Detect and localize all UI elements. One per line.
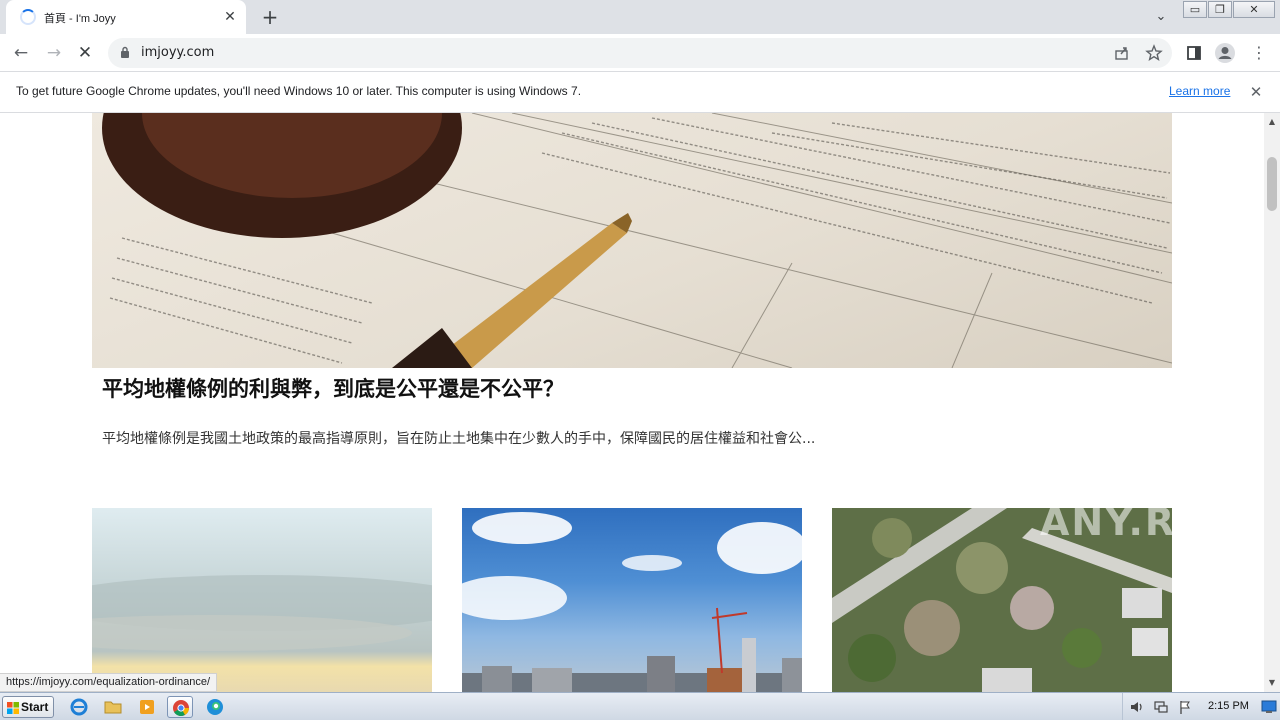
windows-flag-icon <box>7 702 19 714</box>
update-infobar: To get future Google Chrome updates, you… <box>0 72 1280 113</box>
back-button[interactable]: ← <box>8 40 34 66</box>
taskbar-media-player-button[interactable] <box>134 696 160 718</box>
url-text[interactable]: imjoyy.com <box>141 45 214 60</box>
address-bar[interactable]: imjoyy.com <box>108 38 1172 68</box>
show-desktop-icon[interactable] <box>1261 700 1277 714</box>
windows-taskbar: Start 2:15 PM <box>0 692 1280 720</box>
profile-avatar-icon[interactable] <box>1214 42 1236 64</box>
status-bar-link-preview: https://imjoyy.com/equalization-ordinanc… <box>0 673 218 692</box>
article-excerpt: 平均地權條例是我國土地政策的最高指導原則，旨在防止土地集中在少數人的手中，保障國… <box>102 431 816 447</box>
taskbar-clock[interactable]: 2:15 PM <box>1208 700 1249 712</box>
taskbar-ie-button[interactable] <box>66 696 92 718</box>
new-tab-button[interactable]: + <box>258 5 282 29</box>
chrome-icon <box>173 700 189 716</box>
sky-horizon-image <box>92 575 432 651</box>
tab-close-icon[interactable]: ✕ <box>220 7 240 27</box>
infobar-close-icon[interactable]: ✕ <box>1246 82 1266 102</box>
card-image-sky[interactable] <box>92 508 432 692</box>
window-close-button[interactable]: ✕ <box>1233 1 1275 18</box>
screen: 首頁 - I'm Joyy ✕ + ⌄ ▭ ❐ ✕ ← → ✕ imjoyy.c… <box>0 0 1280 720</box>
taskbar-edge-button[interactable] <box>202 696 228 718</box>
side-panel-icon[interactable] <box>1183 42 1205 64</box>
scrollbar-thumb[interactable] <box>1267 157 1277 211</box>
tab-search-chevron-down-icon[interactable]: ⌄ <box>1150 6 1172 28</box>
browser-toolbar: ← → ✕ imjoyy.com ⋮ <box>0 34 1280 72</box>
article-title-link[interactable]: 平均地權條例的利與弊，到底是公平還是不公平？ <box>102 373 564 403</box>
learn-more-link[interactable]: Learn more <box>1169 84 1230 98</box>
media-player-icon <box>140 700 154 714</box>
system-tray <box>1122 693 1280 720</box>
loading-spinner-icon <box>20 9 36 25</box>
share-icon[interactable] <box>1112 43 1132 63</box>
window-minimize-button[interactable]: ▭ <box>1183 1 1207 18</box>
scroll-up-icon[interactable]: ▲ <box>1264 115 1280 129</box>
start-label: Start <box>21 700 49 714</box>
anyrun-watermark: ANY.RUN <box>1040 500 1243 544</box>
city-construction-image <box>462 512 802 692</box>
forward-button[interactable]: → <box>41 40 67 66</box>
page-content: 平均地權條例的利與弊，到底是公平還是不公平？ 平均地權條例是我國土地政策的最高指… <box>0 113 1264 692</box>
taskbar-chrome-button[interactable] <box>167 696 193 718</box>
infobar-message: To get future Google Chrome updates, you… <box>16 84 582 98</box>
chrome-menu-icon[interactable]: ⋮ <box>1248 42 1270 64</box>
tab-active[interactable]: 首頁 - I'm Joyy ✕ <box>6 0 246 34</box>
folder-icon <box>104 701 122 714</box>
window-restore-button[interactable]: ❐ <box>1208 1 1232 18</box>
stop-loading-button[interactable]: ✕ <box>72 40 98 66</box>
vertical-scrollbar[interactable]: ▲ ▼ <box>1264 113 1280 692</box>
tab-strip: 首頁 - I'm Joyy ✕ + ⌄ ▭ ❐ ✕ <box>0 0 1280 34</box>
action-center-flag-icon[interactable] <box>1177 699 1193 715</box>
edge-icon <box>207 699 223 715</box>
tab-title: 首頁 - I'm Joyy <box>44 13 116 25</box>
volume-icon[interactable] <box>1129 699 1145 715</box>
article-hero-image[interactable] <box>92 113 1172 368</box>
lock-icon[interactable] <box>120 46 130 58</box>
scroll-down-icon[interactable]: ▼ <box>1264 676 1280 690</box>
gavel-and-pen-illustration <box>102 113 1172 368</box>
internet-explorer-icon <box>70 698 88 716</box>
bookmark-star-icon[interactable] <box>1144 43 1164 63</box>
card-image-city[interactable] <box>462 508 802 692</box>
start-button[interactable]: Start <box>2 696 54 718</box>
network-icon[interactable] <box>1153 699 1169 715</box>
taskbar-explorer-button[interactable] <box>100 696 126 718</box>
